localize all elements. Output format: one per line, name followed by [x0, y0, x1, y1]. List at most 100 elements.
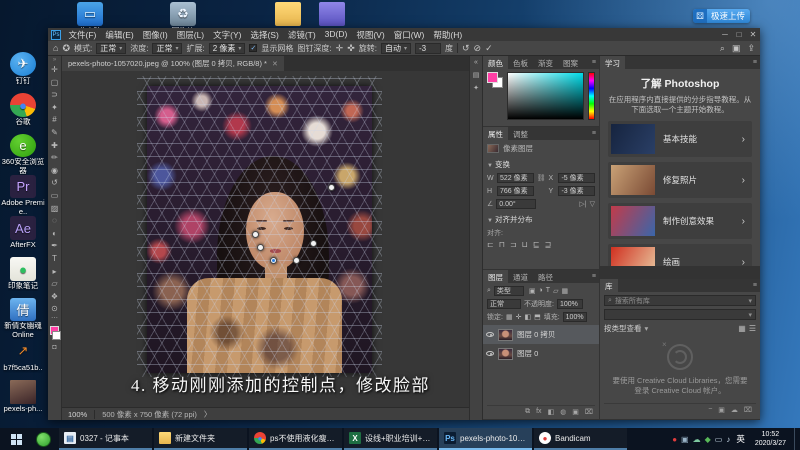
zoom-level[interactable]: 100%: [68, 410, 87, 419]
saturation-picker[interactable]: [507, 72, 584, 120]
layer-row[interactable]: 图层 0 拷贝: [483, 325, 599, 344]
libraries-action-icon[interactable]: ☁: [731, 406, 738, 414]
menu-item[interactable]: 3D(D): [320, 29, 352, 41]
tab-layers[interactable]: 图层: [483, 270, 508, 283]
taskbar-app-button[interactable]: X 设线+职业培训+第...: [344, 428, 437, 450]
libraries-action-icon[interactable]: ⌧: [744, 406, 752, 414]
libraries-action-icon[interactable]: −: [708, 406, 712, 414]
tool-button[interactable]: ✛: [48, 64, 61, 77]
warp-pin[interactable]: [257, 244, 264, 251]
close-button[interactable]: ✕: [746, 28, 760, 41]
menu-item[interactable]: 窗口(W): [389, 29, 429, 41]
tool-button[interactable]: #: [48, 114, 61, 127]
history-panel-icon[interactable]: ▤: [473, 71, 480, 79]
tab-learn[interactable]: 学习: [600, 56, 625, 69]
pin-forward-icon[interactable]: ✛: [336, 43, 344, 54]
filter-icon[interactable]: ▣: [529, 287, 536, 295]
visibility-eye-icon[interactable]: [486, 351, 494, 356]
tool-button[interactable]: ▢: [48, 77, 61, 90]
status-arrow-icon[interactable]: 〉: [204, 409, 212, 420]
lock-icon[interactable]: ✛: [516, 313, 522, 321]
tray-icon[interactable]: ▭: [715, 435, 723, 444]
share-icon[interactable]: ⇪: [747, 43, 755, 54]
grid-view-icon[interactable]: ▦: [738, 324, 746, 333]
warp-pin[interactable]: [293, 257, 300, 264]
canvas[interactable]: 4. 移动刚刚添加的控制点，修改脸部: [62, 71, 469, 407]
lock-icon[interactable]: ◧: [524, 313, 531, 321]
flip-horizontal-icon[interactable]: ▷|: [579, 200, 586, 208]
align-button[interactable]: ⊐: [510, 240, 517, 249]
align-button[interactable]: ⊏: [487, 240, 494, 249]
desktop-icon[interactable]: Ae AfterFX: [1, 216, 45, 257]
desktop-icon[interactable]: 倩 新倩女幽魂 Online: [1, 298, 45, 339]
menu-item[interactable]: 图像(I): [138, 29, 172, 41]
warp-pin[interactable]: [270, 257, 277, 264]
tab-color[interactable]: 颜色: [483, 56, 508, 69]
rotate-select[interactable]: 自动 ▾: [381, 43, 411, 54]
background-color-swatch[interactable]: [52, 331, 61, 340]
panel-menu-icon[interactable]: ≡: [753, 279, 760, 292]
toolbox-collapse-icon[interactable]: »: [53, 57, 56, 64]
expansion-select[interactable]: 2 像素 ▾: [209, 43, 246, 54]
desktop-icon[interactable]: ● 谷歌: [1, 93, 45, 134]
transform-section-header[interactable]: ▼ 变换: [487, 159, 595, 170]
quick-upload-button[interactable]: ⚄ 极速上传: [693, 9, 750, 23]
menu-item[interactable]: 视图(V): [352, 29, 389, 41]
tool-button[interactable]: ✏: [48, 152, 61, 165]
flip-vertical-icon[interactable]: ▽: [590, 200, 595, 208]
filter-icon[interactable]: ▱: [553, 287, 558, 295]
tray-icon[interactable]: ◆: [705, 435, 711, 444]
menu-item[interactable]: 文件(F): [64, 29, 101, 41]
show-desktop-button[interactable]: [794, 428, 798, 450]
learn-card[interactable]: 修复照片 ›: [608, 162, 752, 198]
tab-adjustments[interactable]: 调整: [508, 127, 533, 140]
layer-filter-select[interactable]: 类型: [494, 286, 524, 296]
tool-button[interactable]: ▭: [48, 190, 61, 203]
commit-warp-icon[interactable]: ✓: [485, 43, 493, 54]
home-icon[interactable]: ⌂: [53, 43, 58, 53]
panel-menu-icon[interactable]: ≡: [592, 56, 599, 69]
tool-button[interactable]: ▱: [48, 278, 61, 291]
align-button[interactable]: ⊒: [545, 240, 552, 249]
width-field[interactable]: 522 像素: [497, 173, 534, 183]
tool-button[interactable]: ❖: [48, 291, 61, 304]
menu-item[interactable]: 图层(L): [172, 29, 208, 41]
density-select[interactable]: 正常 ▾: [152, 43, 182, 54]
tool-button[interactable]: ✚: [48, 140, 61, 153]
tool-button[interactable]: ✦: [48, 102, 61, 115]
desktop-icon[interactable]: e 360安全浏览器: [1, 134, 45, 175]
taskbar-app-button[interactable]: Ps pexels-photo-105...: [439, 428, 532, 450]
rotate-angle-input[interactable]: -3: [415, 43, 441, 54]
height-field[interactable]: 766 像素: [497, 186, 534, 196]
learn-card[interactable]: 绘画 ›: [608, 244, 752, 266]
minimize-button[interactable]: ─: [718, 28, 732, 41]
taskbar-clock[interactable]: 10:52 2020/3/27: [751, 430, 790, 449]
warp-pin[interactable]: [328, 184, 335, 191]
align-button[interactable]: ⊓: [499, 240, 505, 249]
panel-menu-icon[interactable]: ≡: [753, 56, 760, 69]
link-dimensions-icon[interactable]: ⛓: [537, 174, 546, 182]
tool-button[interactable]: ◌: [48, 215, 61, 228]
opacity-field[interactable]: 100%: [557, 299, 583, 309]
visibility-eye-icon[interactable]: [486, 332, 494, 337]
tab-properties[interactable]: 属性: [483, 127, 508, 140]
tab-gradients[interactable]: 渐变: [533, 56, 558, 69]
pin-backward-icon[interactable]: ✜: [347, 43, 355, 54]
start-button[interactable]: [0, 428, 32, 450]
fill-field[interactable]: 100%: [563, 312, 587, 322]
taskbar-app-button[interactable]: 新建文件夹: [154, 428, 247, 450]
align-button[interactable]: ⊑: [533, 240, 540, 249]
lock-icon[interactable]: ▦: [506, 313, 513, 321]
taskbar-app-button[interactable]: ▤ 0327 - 记事本: [59, 428, 152, 450]
tray-icon[interactable]: ●: [672, 435, 677, 444]
filter-icon[interactable]: ◑: [539, 287, 543, 295]
taskbar-assistant-icon[interactable]: [36, 432, 51, 447]
tab-swatches[interactable]: 色板: [508, 56, 533, 69]
tool-button[interactable]: T: [48, 253, 61, 266]
libraries-action-icon[interactable]: ▣: [718, 406, 725, 414]
layers-action-icon[interactable]: ⌧: [585, 408, 593, 416]
tool-button[interactable]: ✒: [48, 240, 61, 253]
view-by-type-label[interactable]: 按类型查看: [604, 323, 642, 334]
layers-action-icon[interactable]: fx: [536, 408, 541, 416]
menu-item[interactable]: 选择(S): [246, 29, 283, 41]
